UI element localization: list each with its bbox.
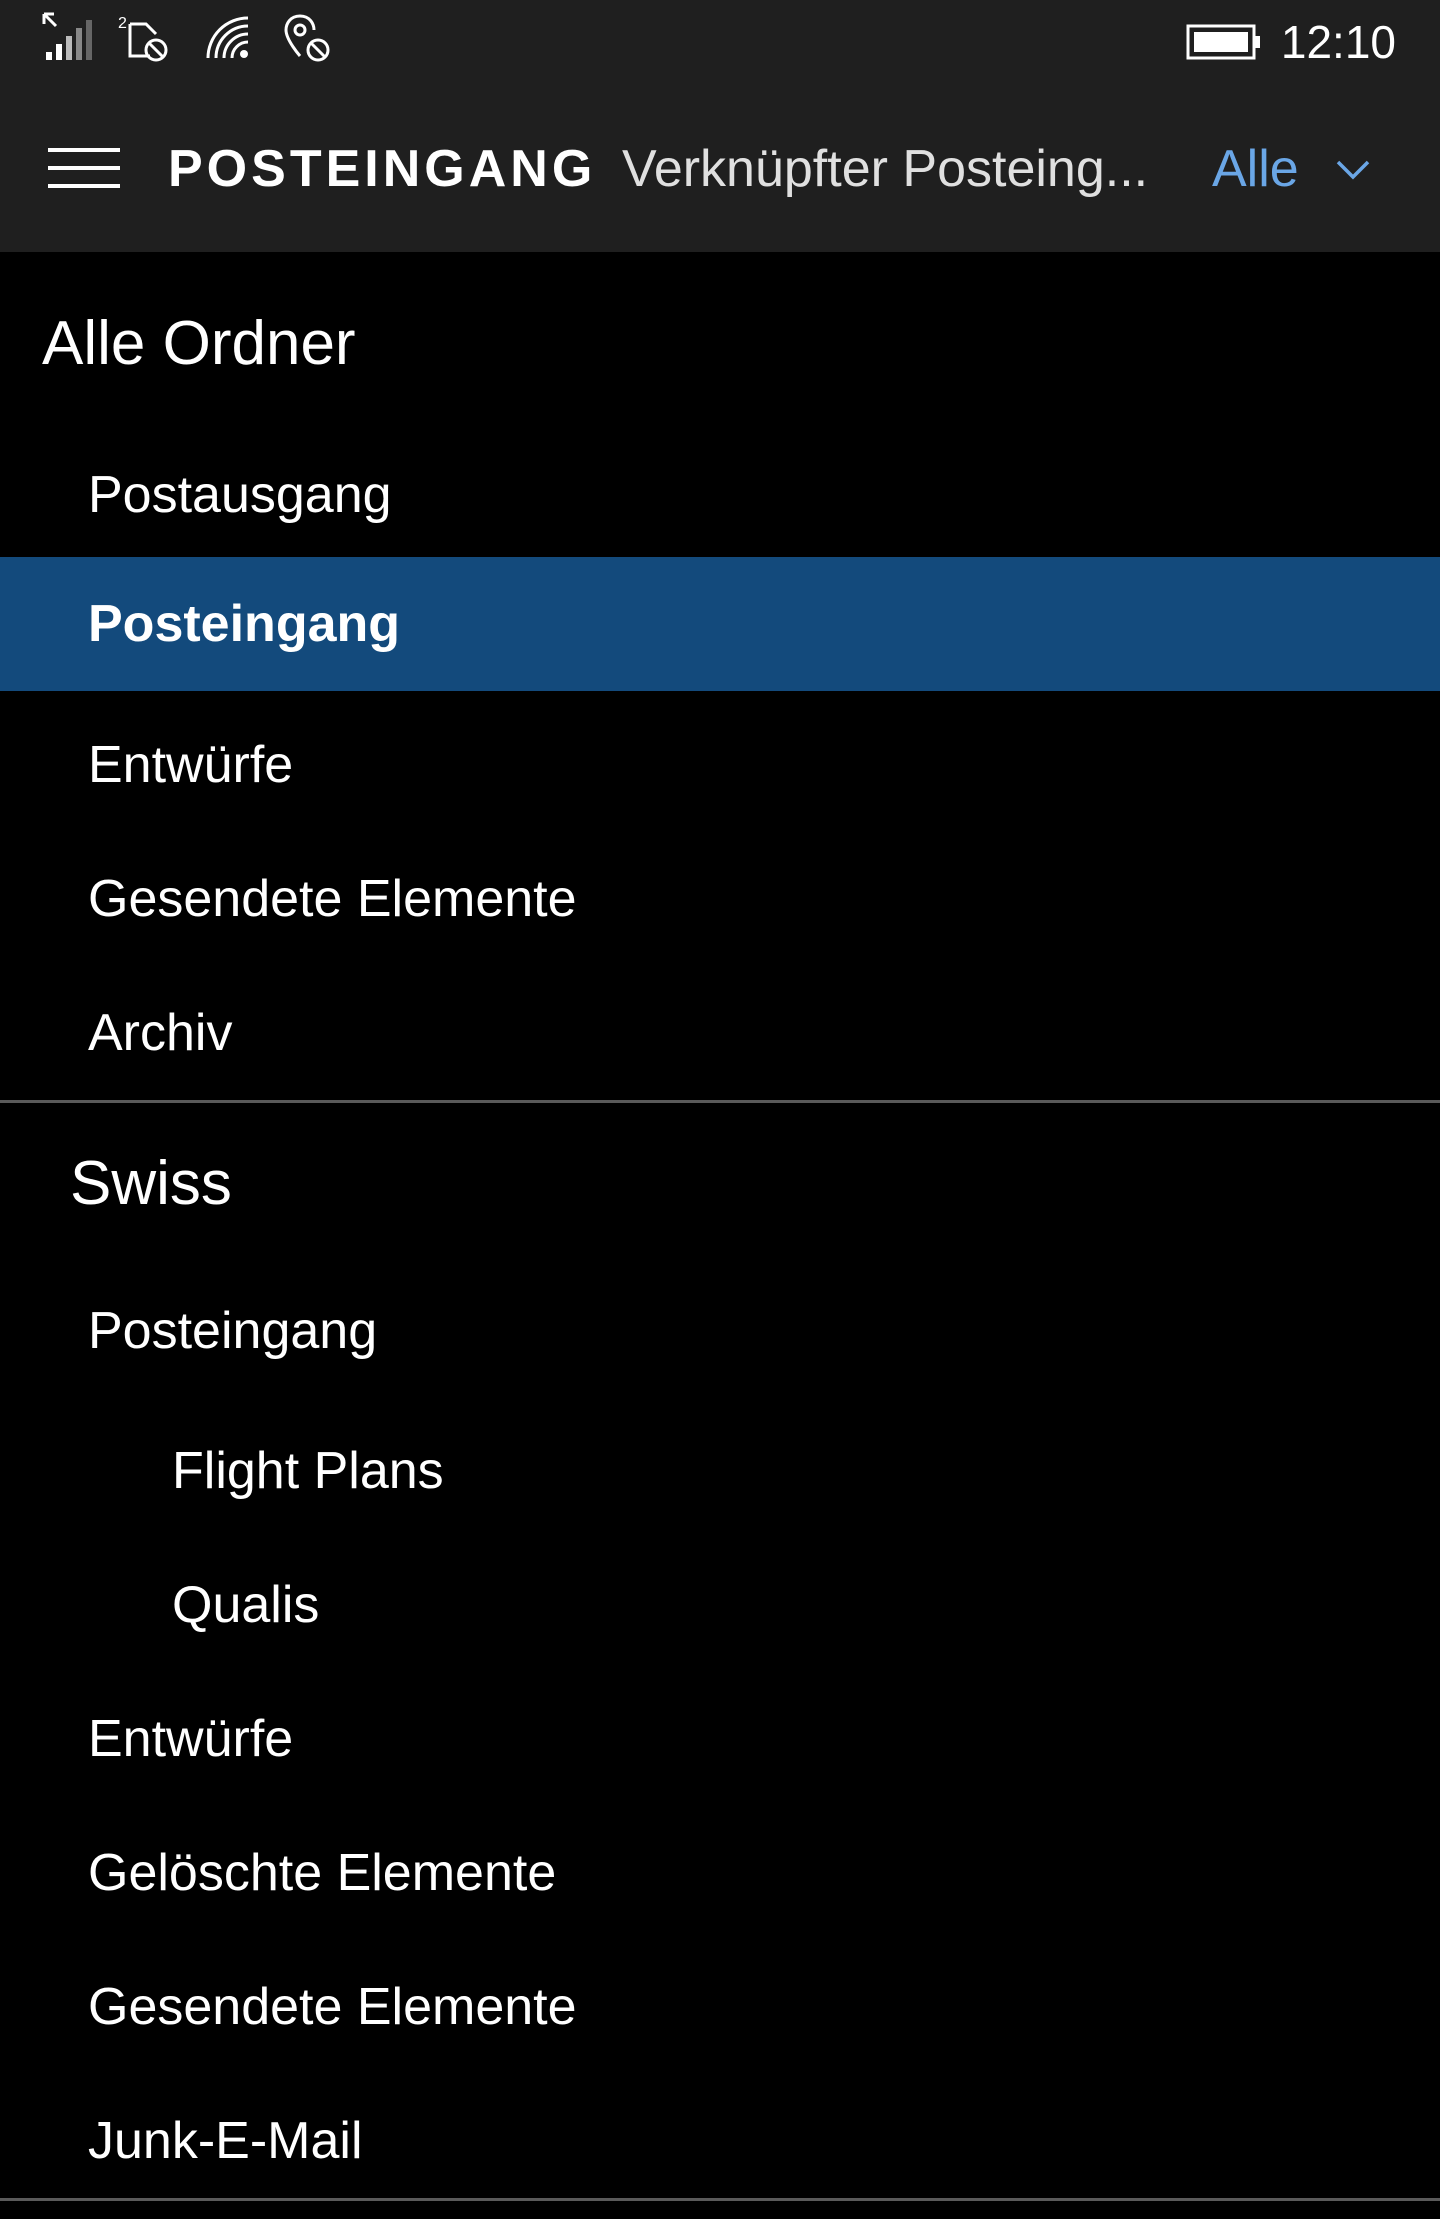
folder-label: Flight Plans — [172, 1442, 444, 1500]
folder-label: Gesendete Elemente — [88, 1978, 577, 2036]
folder-item-geloeschte-elemente[interactable]: Gelöschte Elemente — [0, 1806, 1440, 1940]
sim2-no-data-icon: 2 — [116, 10, 172, 66]
wifi-icon — [200, 10, 256, 66]
folder-label: Gelöschte Elemente — [88, 1844, 557, 1902]
battery-icon — [1186, 24, 1262, 60]
folder-item-junk-e-mail[interactable]: Junk-E-Mail — [0, 2074, 1440, 2208]
folder-label: Posteingang — [88, 595, 401, 653]
folder-item-swiss-entwuerfe[interactable]: Entwürfe — [0, 1672, 1440, 1806]
folder-label: Junk-E-Mail — [88, 2112, 363, 2170]
folder-label: Archiv — [88, 1004, 233, 1062]
status-time: 12:10 — [1280, 16, 1396, 68]
folder-item-gesendete-elemente[interactable]: Gesendete Elemente — [0, 832, 1440, 966]
account-name[interactable]: Verknüpfter Posteing... — [622, 138, 1144, 200]
page-title: POSTEINGANG — [168, 140, 597, 198]
app-header: POSTEINGANG Verknüpfter Posteing... Alle — [0, 84, 1440, 252]
folder-label: Entwürfe — [88, 1710, 294, 1768]
folder-item-entwuerfe[interactable]: Entwürfe — [0, 698, 1440, 832]
folder-item-qualis[interactable]: Qualis — [0, 1538, 1440, 1672]
folder-item-postausgang[interactable]: Postausgang — [0, 428, 1440, 562]
signal-strength-icon — [38, 10, 94, 66]
folder-item-swiss-gesendete-elemente[interactable]: Gesendete Elemente — [0, 1940, 1440, 2074]
hamburger-menu-icon[interactable] — [48, 144, 120, 192]
folder-label: Gesendete Elemente — [88, 870, 577, 928]
folder-item-flight-plans[interactable]: Flight Plans — [0, 1404, 1440, 1538]
folder-item-archiv[interactable]: Archiv — [0, 966, 1440, 1100]
folder-label: Entwürfe — [88, 736, 294, 794]
folder-label: Posteingang — [88, 1302, 378, 1360]
folder-label: Postausgang — [88, 466, 392, 524]
folder-item-posteingang-selected[interactable]: Posteingang — [0, 557, 1440, 691]
folder-label: Qualis — [172, 1576, 320, 1634]
svg-text:2: 2 — [118, 15, 127, 32]
section-header-account-swiss: Swiss — [70, 1149, 232, 1218]
location-off-icon — [278, 10, 334, 66]
chevron-down-icon — [1332, 148, 1374, 190]
filter-label: Alle — [1212, 140, 1299, 198]
filter-dropdown[interactable]: Alle — [1210, 138, 1410, 200]
section-header-all-folders: Alle Ordner — [42, 309, 356, 378]
folder-item-swiss-posteingang[interactable]: Posteingang — [0, 1264, 1440, 1398]
status-bar: 2 12:10 — [0, 0, 1440, 84]
section-divider — [0, 1100, 1440, 1103]
section-divider — [0, 2198, 1440, 2201]
